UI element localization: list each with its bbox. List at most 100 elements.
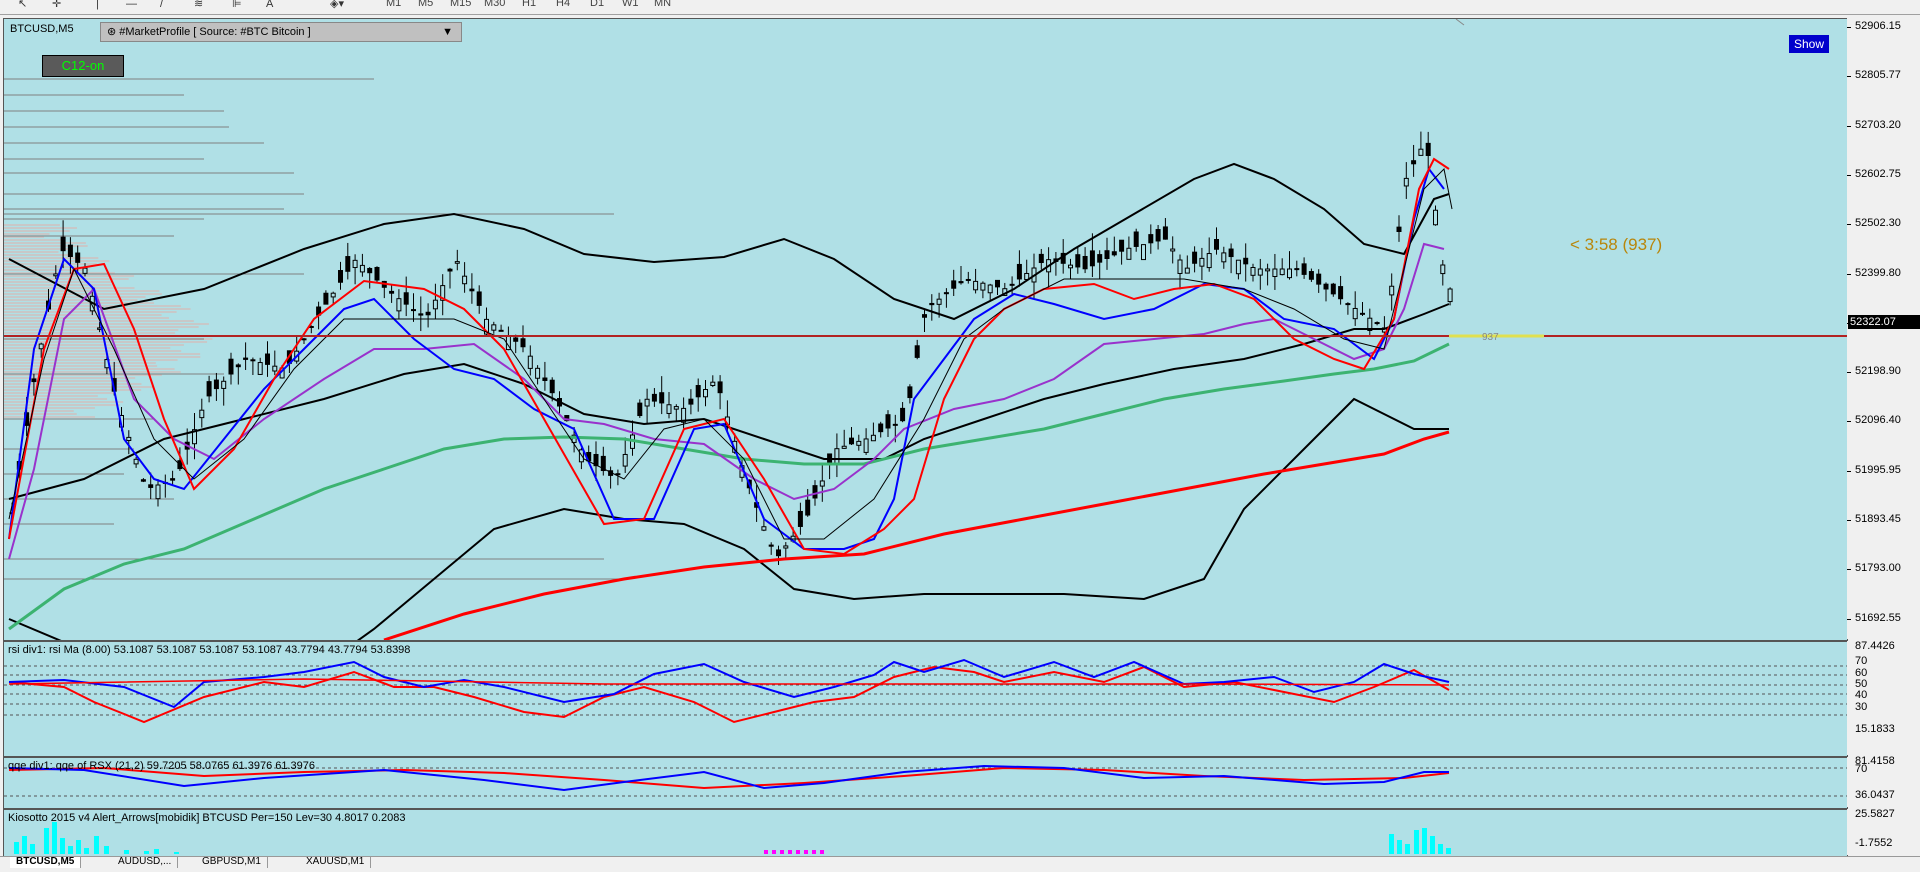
candle-body [761, 526, 767, 531]
candle-body [819, 480, 825, 487]
candle-body [31, 378, 37, 383]
candle-body [863, 438, 869, 453]
fibonacci-icon[interactable]: ≋ [190, 0, 207, 11]
trendline-icon[interactable]: / [156, 0, 167, 11]
qqe-pane[interactable]: qqe div1: qqe of RSX (21,2) 59.7205 58.0… [3, 757, 1848, 809]
profile-bar [4, 362, 156, 364]
price-tick-label: 52198.90 [1855, 365, 1901, 378]
mp-icon: ⊛ [107, 26, 117, 38]
qqe-label: qqe div1: qqe of RSX (21,2) 59.7205 58.0… [8, 760, 316, 772]
candle-body [622, 453, 628, 467]
tf-m30[interactable]: M30 [478, 0, 511, 10]
price-tick-label: 52602.75 [1855, 167, 1901, 180]
fibo-fan-icon[interactable]: ⊫ [228, 0, 246, 11]
candle-body [396, 298, 402, 312]
candle-body [1235, 259, 1241, 275]
show-button[interactable]: Show [1789, 35, 1829, 53]
kiosotto-bar [1422, 828, 1427, 854]
tab-gbpusd[interactable]: GBPUSD,M1 [196, 857, 268, 868]
c12-toggle-button[interactable]: C12-on [42, 55, 124, 77]
candle-body [797, 510, 803, 527]
candle-body [688, 398, 694, 405]
tf-m15[interactable]: M15 [444, 0, 477, 10]
chart-window: 937 BTCUSD,M5 ⊛ #MarketProfile [ Source:… [0, 16, 1920, 872]
candle-body [1345, 303, 1351, 306]
rsi-level-lines [4, 665, 1847, 716]
candle-body [1016, 263, 1022, 280]
profile-bar [4, 410, 74, 412]
candle-body [703, 389, 708, 398]
candle-body [126, 436, 132, 441]
candle-body [914, 345, 920, 358]
tf-m1[interactable]: M1 [380, 0, 407, 10]
kiosotto-pane[interactable]: Kiosotto 2015 v4 Alert_Arrows[mobidik] B… [3, 809, 1848, 857]
tab-btcusd[interactable]: BTCUSD,M5 [10, 857, 82, 868]
candle-body [1089, 250, 1095, 267]
profile-bar [4, 290, 160, 292]
tf-w1[interactable]: W1 [616, 0, 645, 10]
profile-bar [4, 224, 60, 226]
profile-bar [4, 404, 120, 406]
indicator-scale-label: -1.7552 [1855, 837, 1893, 849]
candle-body [1148, 234, 1154, 244]
candle-body [878, 423, 884, 433]
shapes-icon[interactable]: ◈▾ [326, 0, 348, 11]
candle-body [1155, 229, 1161, 242]
profile-bar [4, 416, 95, 418]
candle-body [491, 324, 497, 331]
vertical-line-icon[interactable]: | [92, 0, 103, 11]
tf-h4[interactable]: H4 [550, 0, 576, 10]
text-tool-icon[interactable]: A [262, 0, 277, 11]
candle-body [943, 292, 949, 295]
main-price-pane[interactable]: 937 BTCUSD,M5 ⊛ #MarketProfile [ Source:… [3, 18, 1848, 641]
kiosotto-bar [780, 850, 784, 854]
candle-body [651, 393, 657, 402]
kiosotto-bar [796, 850, 800, 854]
candle-body [1272, 268, 1278, 278]
crosshair-icon[interactable]: ✛ [48, 0, 65, 11]
cursor-icon[interactable]: ↖ [14, 0, 31, 11]
candle-body [228, 358, 234, 375]
market-profile-panel[interactable]: ⊛ #MarketProfile [ Source: #BTC Bitcoin … [100, 22, 462, 42]
kiosotto-bar [44, 828, 49, 854]
candle-body [1440, 264, 1446, 275]
candle-body [250, 359, 256, 362]
candle-body [75, 252, 81, 263]
bollinger-mid [8, 303, 1450, 500]
market-profile-histogram [4, 224, 213, 418]
rsi-pane[interactable]: rsi div1: rsi Ma (8.00) 53.1087 53.1087 … [3, 641, 1848, 757]
horizontal-line-icon[interactable]: — [122, 0, 141, 11]
profile-bar [4, 407, 95, 409]
tf-d1[interactable]: D1 [584, 0, 610, 10]
kiosotto-bar [22, 836, 27, 854]
candle-body [549, 379, 555, 394]
profile-bar [4, 254, 73, 256]
candle-body [389, 290, 395, 294]
candle-body [1009, 283, 1015, 286]
candle-body [38, 343, 44, 350]
candle-body [1097, 254, 1103, 263]
candle-body [1104, 250, 1110, 260]
price-tick [1847, 125, 1851, 127]
profile-bar [4, 401, 124, 403]
candle-body [1199, 257, 1205, 267]
kiosotto-bar [84, 848, 89, 854]
candle-body [272, 365, 278, 372]
candle-body [783, 545, 789, 549]
tf-mn[interactable]: MN [648, 0, 677, 10]
candle-body [140, 479, 146, 482]
market-profile-label: #MarketProfile [ Source: #BTC Bitcoin ] [119, 26, 311, 38]
candle-body [885, 414, 891, 429]
profile-bar [4, 257, 99, 259]
tab-xauusd[interactable]: XAUUSD,M1 [300, 857, 372, 868]
tab-audusd[interactable]: AUDUSD,... [112, 857, 179, 868]
profile-bar [4, 242, 86, 244]
tf-m5[interactable]: M5 [412, 0, 439, 10]
tf-h1[interactable]: H1 [516, 0, 542, 10]
candle-body [1389, 285, 1395, 296]
chevron-down-icon[interactable]: ▼ [442, 23, 453, 41]
candle-body [1396, 226, 1402, 232]
rsi-scale: 87.4426 70 60 50 40 30 15.1833 [1847, 640, 1920, 755]
price-tick-label: 52096.40 [1855, 414, 1901, 427]
candle-body [1133, 231, 1139, 247]
